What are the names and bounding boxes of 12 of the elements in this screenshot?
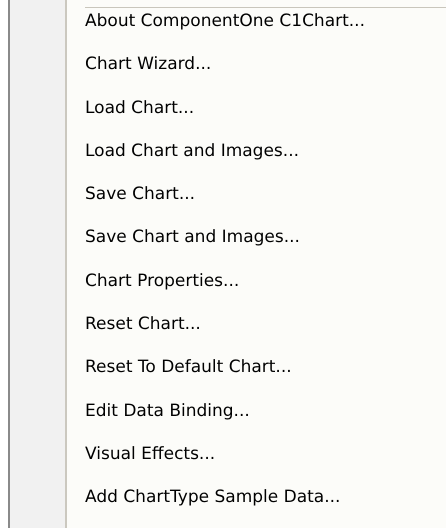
menu-item[interactable]: Save Chart...: [67, 184, 196, 228]
menu-item[interactable]: Visual Effects...: [67, 444, 216, 488]
menu-item[interactable]: Add ChartType Sample Data...: [67, 487, 340, 528]
menu-item[interactable]: Edit Data Binding...: [67, 400, 250, 444]
menu-item[interactable]: About ComponentOne C1Chart...: [67, 11, 365, 54]
menu-item[interactable]: Load Chart...: [67, 98, 194, 141]
menu-item[interactable]: Chart Wizard...: [67, 54, 212, 98]
menu-item[interactable]: Chart Properties...: [67, 270, 240, 314]
menu-item[interactable]: Save Chart and Images...: [67, 227, 300, 271]
menu-item[interactable]: Load Chart and Images...: [67, 140, 300, 184]
menu-item[interactable]: Reset Chart...: [67, 314, 201, 358]
menu-item[interactable]: Reset To Default Chart...: [67, 357, 292, 401]
